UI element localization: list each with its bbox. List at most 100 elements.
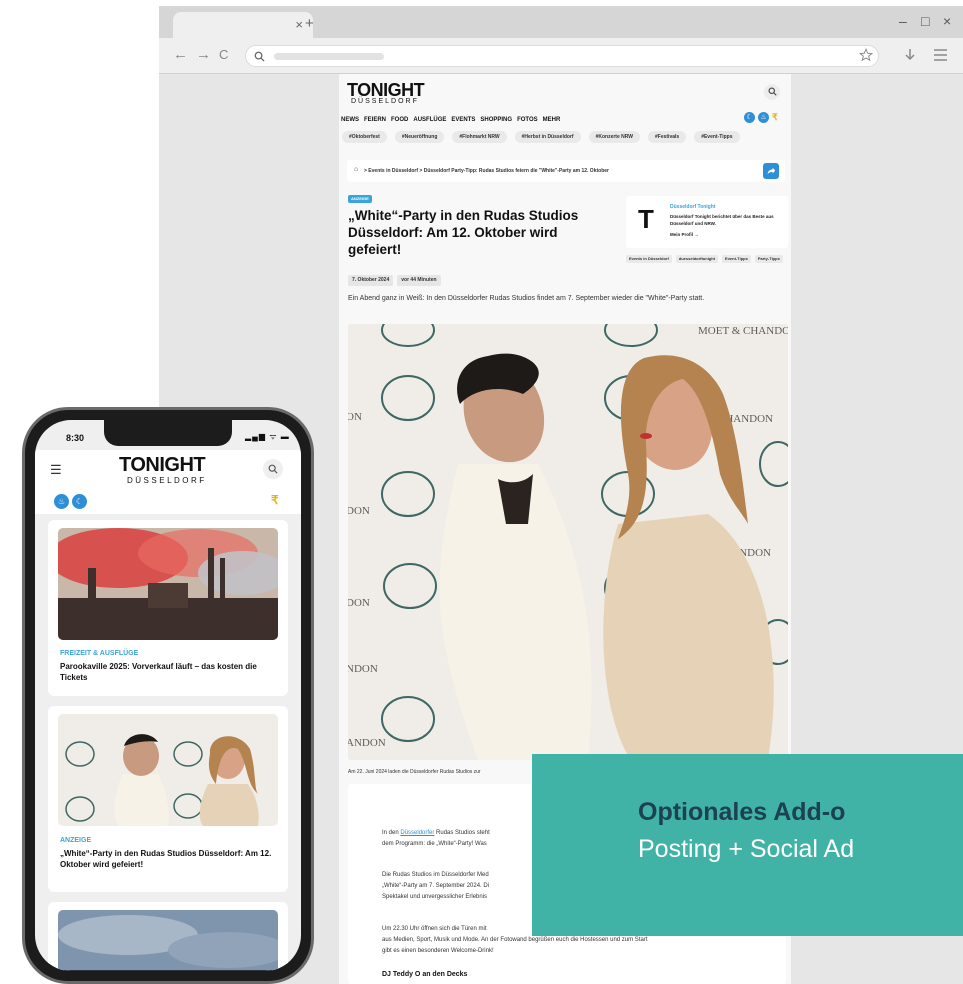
- maximize-button[interactable]: □: [921, 13, 929, 29]
- svg-text:ON: ON: [348, 411, 362, 423]
- svg-text:ANDON: ANDON: [348, 737, 386, 749]
- para2-text-a: Die Rudas Studios im Düsseldorfer Med: [382, 872, 489, 878]
- chip-event-tipps[interactable]: #Event-Tipps: [694, 131, 740, 143]
- breadcrumb-text[interactable]: > Events in Düsseldorf > Düsseldorf Part…: [364, 168, 609, 174]
- download-icon[interactable]: [904, 48, 916, 62]
- hashtag-chips: #Oktoberfest #Neueröffnung #Flohmarkt NR…: [342, 131, 740, 143]
- nav-item-food[interactable]: FOOD: [391, 117, 408, 123]
- rupee-icon[interactable]: ₹: [772, 112, 778, 123]
- card-category[interactable]: ANZEIGE: [60, 837, 91, 844]
- search-icon: [254, 51, 265, 62]
- phone-site-logo-sub: DÜSSELDORF: [127, 476, 207, 485]
- site-logo-sub: DÜSSELDORF: [351, 98, 419, 105]
- url-placeholder-bar: [274, 53, 384, 60]
- nav-item-events[interactable]: EVENTS: [451, 117, 475, 123]
- reload-button[interactable]: C: [219, 47, 228, 62]
- new-tab-button[interactable]: +: [305, 15, 314, 32]
- card-category[interactable]: FREIZEIT & AUSFLÜGE: [60, 650, 138, 657]
- article-lead: Ein Abend ganz in Weiß: In den Düsseldor…: [348, 295, 705, 302]
- author-logo: T: [638, 204, 654, 234]
- star-icon[interactable]: [859, 48, 873, 62]
- phone-mockup: 8:30 ▂▄▆ ᯤ ▬ ☰ TONIGHT DÜSSELDORF ♨ ☾ ₹: [22, 407, 314, 984]
- para3-text-a: Um 22.30 Uhr öffnen sich die Türen mit: [382, 926, 487, 932]
- svg-text:DON: DON: [348, 505, 370, 517]
- rupee-icon[interactable]: ₹: [271, 493, 279, 507]
- para2-text-b: „White“-Party am 7. September 2024. Di: [382, 883, 490, 889]
- card-title[interactable]: „White“-Party in den Rudas Studios Düsse…: [60, 848, 280, 870]
- phone-article-card[interactable]: [48, 902, 288, 971]
- nav-item-ausfluege[interactable]: AUSFLÜGE: [413, 117, 446, 123]
- chip-festivals[interactable]: #Festivals: [648, 131, 687, 143]
- phone-article-card[interactable]: ANZEIGE „White“-Party in den Rudas Studi…: [48, 706, 288, 892]
- phone-screen: 8:30 ▂▄▆ ᯤ ▬ ☰ TONIGHT DÜSSELDORF ♨ ☾ ₹: [35, 420, 301, 971]
- back-button[interactable]: ←: [173, 46, 188, 63]
- tag-item[interactable]: Party-Tipps: [754, 255, 783, 263]
- browser-tab[interactable]: ×: [173, 12, 313, 38]
- flame-icon[interactable]: ♨: [758, 112, 769, 123]
- para1-text-b: Rudas Studios steht: [434, 830, 490, 836]
- minimize-button[interactable]: –: [899, 13, 907, 29]
- author-description: Düsseldorf Tonight berichtet über das Be…: [670, 214, 774, 226]
- phone-site-header: ☰ TONIGHT DÜSSELDORF: [35, 450, 301, 490]
- flame-icon[interactable]: ♨: [54, 494, 69, 509]
- para1-text-a: In den: [382, 830, 401, 836]
- chip-oktoberfest[interactable]: #Oktoberfest: [342, 131, 387, 143]
- svg-text:NDON: NDON: [348, 663, 378, 675]
- para2-text-c: Spektakel und unvergesslicher Erlebnis: [382, 894, 488, 900]
- close-window-button[interactable]: ×: [943, 13, 951, 29]
- para3-text-b: aus Medien, Sport, Musik und Mode. An de…: [382, 937, 648, 943]
- article-meta: 7. Oktober 2024 vor 44 Minuten: [348, 275, 441, 286]
- menu-icon[interactable]: [934, 49, 947, 61]
- sponsored-badge: ANZEIGE: [348, 195, 372, 203]
- hamburger-menu-icon[interactable]: ☰: [50, 462, 62, 478]
- phone-clock: 8:30: [66, 433, 85, 443]
- forward-button[interactable]: →: [196, 46, 211, 63]
- article-subheading: DJ Teddy O an den Decks: [382, 971, 468, 978]
- chip-herbst[interactable]: #Herbst in Düsseldorf: [514, 131, 581, 143]
- tag-item[interactable]: Event-Tipps: [722, 255, 751, 263]
- tag-item[interactable]: Events in Düsseldorf: [626, 255, 672, 263]
- addon-title: Optionales Add-o: [638, 798, 846, 826]
- logo-text: TONIGHT: [347, 80, 425, 100]
- phone-notch: [104, 420, 232, 446]
- card-title[interactable]: Parookaville 2025: Vorverkauf läuft – da…: [60, 661, 280, 683]
- browser-toolbar: ← → C: [159, 38, 963, 74]
- phone-article-card[interactable]: FREIZEIT & AUSFLÜGE Parookaville 2025: V…: [48, 520, 288, 696]
- author-name[interactable]: Düsseldorf Tonight: [670, 204, 715, 210]
- svg-text:MOET & CHANDON: MOET & CHANDON: [698, 325, 788, 337]
- site-search-icon[interactable]: [764, 84, 780, 100]
- article-age: vor 44 Minuten: [397, 275, 441, 286]
- browser-titlebar: × + – □ ×: [159, 6, 963, 38]
- moon-icon[interactable]: ☾: [744, 112, 755, 123]
- tab-close-icon[interactable]: ×: [295, 17, 303, 32]
- breadcrumb: ⌂ > Events in Düsseldorf > Düsseldorf Pa…: [347, 160, 785, 182]
- phone-mode-bar: ♨ ☾ ₹: [35, 490, 301, 514]
- chip-konzerte[interactable]: #Konzerte NRW: [588, 131, 640, 143]
- chip-neueroeffnung[interactable]: #Neueröffnung: [394, 131, 445, 143]
- nav-item-fotos[interactable]: FOTOS: [517, 117, 538, 123]
- phone-search-icon[interactable]: [263, 459, 283, 479]
- nav-item-shopping[interactable]: SHOPPING: [480, 117, 512, 123]
- phone-site-logo[interactable]: TONIGHT: [119, 454, 206, 477]
- nav-item-news[interactable]: NEWS: [341, 117, 359, 123]
- moon-icon[interactable]: ☾: [72, 494, 87, 509]
- tag-item[interactable]: duesseldorftonight: [675, 255, 719, 263]
- phone-mode-switcher: ♨ ☾: [54, 494, 87, 509]
- chip-flohmarkt[interactable]: #Flohmarkt NRW: [452, 131, 507, 143]
- home-icon[interactable]: ⌂: [354, 166, 358, 173]
- author-card[interactable]: T Düsseldorf Tonight Düsseldorf Tonight …: [626, 196, 788, 248]
- sky-photo: [58, 910, 278, 971]
- share-button[interactable]: [763, 163, 779, 179]
- main-nav: NEWS FEIERN FOOD AUSFLÜGE EVENTS SHOPPIN…: [341, 117, 560, 123]
- share-icon: [767, 167, 776, 175]
- nav-item-feiern[interactable]: FEIERN: [364, 117, 386, 123]
- event-photo-illustration: MOET & CHANDON CHANDON CHANDON CHANDON C…: [348, 324, 788, 760]
- svg-text:DON: DON: [348, 597, 370, 609]
- para3-text-c: gibt es einen besonderen Welcome-Drink!: [382, 948, 494, 954]
- author-profile-link[interactable]: Mein Profil →: [670, 232, 699, 237]
- dusseldorf-link[interactable]: Düsseldorfer: [400, 830, 434, 836]
- article-tags: Events in Düsseldorf duesseldorftonight …: [626, 255, 788, 263]
- nav-item-mehr[interactable]: MEHR: [543, 117, 561, 123]
- address-bar[interactable]: [245, 45, 879, 67]
- mode-switcher: ☾ ♨ ₹: [744, 112, 778, 123]
